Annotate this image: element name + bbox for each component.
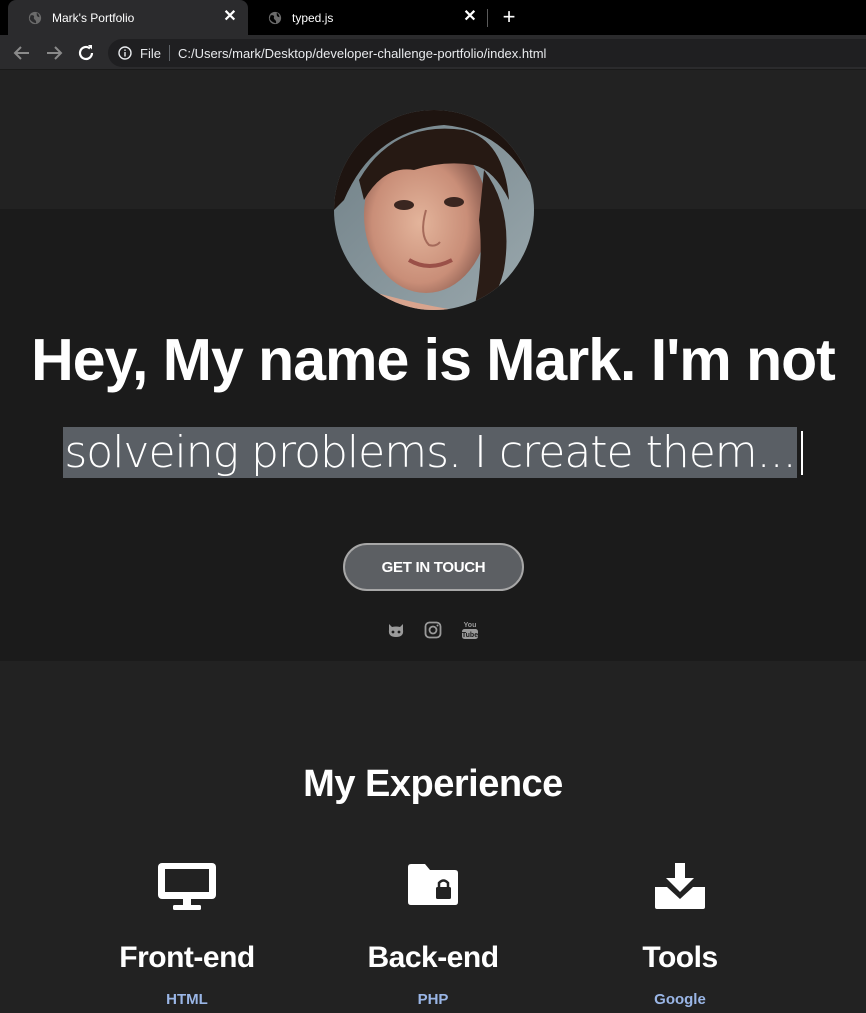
globe-icon <box>268 11 282 24</box>
tab-title: Mark's Portfolio <box>52 10 135 25</box>
svg-text:Tube: Tube <box>462 632 478 639</box>
hero-headline: Hey, My name is Mark. I'm not <box>31 327 836 393</box>
experience-skill: Google <box>654 991 706 1008</box>
tab-typed-js[interactable]: typed.js ✕ <box>248 0 488 35</box>
browser-toolbar: File C:/Users/mark/Desktop/developer-cha… <box>0 35 866 70</box>
address-divider <box>168 45 170 61</box>
close-tab-icon[interactable]: ✕ <box>462 9 478 25</box>
info-icon[interactable] <box>118 46 132 60</box>
typed-text-line: solveing problems. I create them... <box>0 427 866 478</box>
close-tab-icon[interactable]: ✕ <box>222 9 238 25</box>
youtube-icon[interactable]: You Tube <box>461 620 479 640</box>
avatar-photo <box>334 110 534 310</box>
new-tab-plus-icon[interactable]: + <box>498 6 520 28</box>
experience-column-front-end: Front-end HTML <box>62 861 312 1008</box>
forward-arrow-icon[interactable] <box>43 42 65 64</box>
address-url[interactable]: C:/Users/mark/Desktop/developer-challeng… <box>178 46 547 61</box>
globe-icon <box>28 11 42 24</box>
experience-skill: HTML <box>166 991 208 1008</box>
typed-cursor <box>800 431 803 475</box>
back-arrow-icon[interactable] <box>11 42 33 64</box>
instagram-icon[interactable] <box>424 620 442 640</box>
avatar <box>334 110 534 310</box>
experience-title: My Experience <box>303 763 563 805</box>
typed-text: solveing problems. I create them... <box>63 427 797 478</box>
experience-heading: Front-end <box>119 941 255 974</box>
svg-text:You: You <box>464 622 477 629</box>
experience-heading: Back-end <box>367 941 499 974</box>
get-in-touch-button[interactable]: GET IN TOUCH <box>343 543 524 591</box>
github-icon[interactable] <box>387 620 405 640</box>
download-tray-icon <box>655 863 705 909</box>
tab-divider <box>487 9 488 27</box>
address-scheme-label: File <box>140 45 161 61</box>
social-links: You Tube <box>0 620 866 640</box>
experience-column-tools: Tools Google <box>555 861 805 1008</box>
experience-column-back-end: Back-end PHP <box>308 861 558 1008</box>
desktop-icon <box>158 863 216 910</box>
experience-heading: Tools <box>642 941 718 974</box>
reload-icon[interactable] <box>75 42 97 64</box>
address-bar[interactable]: File C:/Users/mark/Desktop/developer-cha… <box>108 39 866 67</box>
page: Hey, My name is Mark. I'm not solveing p… <box>0 71 866 1013</box>
browser-tab-bar: Mark's Portfolio ✕ typed.js ✕ + <box>0 0 866 35</box>
experience-section: My Experience Front-end HTML Back-end PH… <box>0 661 866 1013</box>
experience-skill: PHP <box>417 991 449 1008</box>
folder-lock-icon <box>408 864 458 905</box>
tab-title: typed.js <box>292 10 334 25</box>
tab-marks-portfolio[interactable]: Mark's Portfolio ✕ <box>8 0 248 35</box>
